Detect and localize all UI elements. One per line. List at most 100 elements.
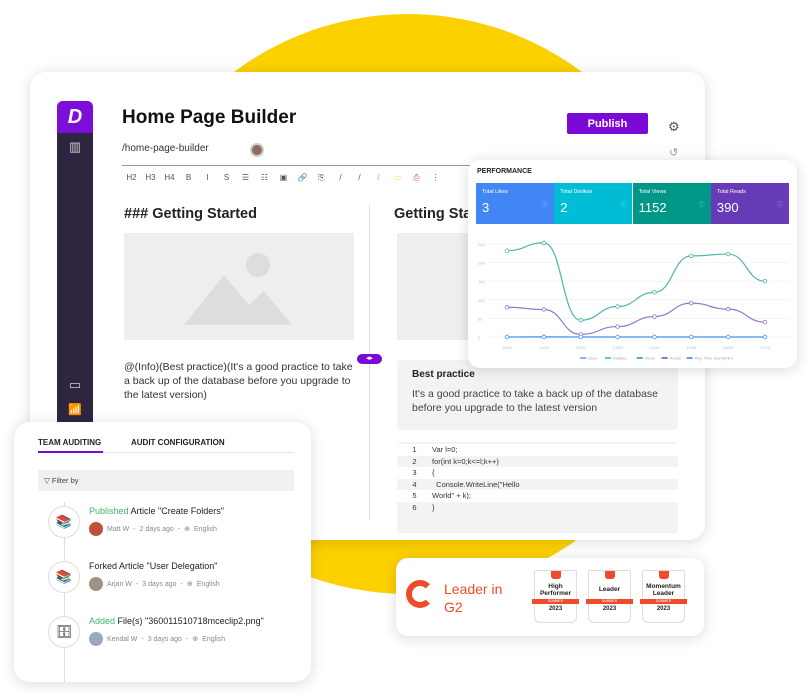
callout-title: Best practice bbox=[412, 369, 475, 380]
toolbar-button[interactable]: S bbox=[217, 173, 236, 183]
toolbar-button[interactable]: / bbox=[331, 173, 350, 183]
tab-audit-configuration[interactable]: AUDIT CONFIGURATION bbox=[131, 438, 225, 447]
monitor-icon[interactable]: ▭ bbox=[66, 377, 84, 393]
stat-value: 390 bbox=[716, 200, 739, 215]
user-avatar bbox=[89, 522, 103, 536]
data-point[interactable] bbox=[504, 334, 510, 340]
tab-team-auditing[interactable]: TEAM AUDITING bbox=[38, 438, 101, 447]
g2-text-line2: G2 bbox=[444, 599, 463, 615]
data-point[interactable] bbox=[725, 251, 731, 257]
toolbar-button[interactable]: / bbox=[369, 173, 388, 183]
toolbar-button[interactable]: B bbox=[179, 173, 198, 183]
publish-button[interactable]: Publish bbox=[567, 113, 648, 134]
stat-tile: Total Reads 390 ⓘ bbox=[710, 183, 789, 224]
page-slug[interactable]: /home-page-builder bbox=[122, 143, 209, 154]
g2-badge-logo bbox=[550, 571, 561, 579]
code-line: 5 World" + k); bbox=[397, 490, 678, 502]
toolbar-button[interactable]: 🔗 bbox=[293, 173, 312, 183]
toolbar-button[interactable]: / bbox=[350, 173, 369, 183]
data-point[interactable] bbox=[504, 305, 510, 310]
data-point[interactable] bbox=[725, 306, 731, 312]
data-point[interactable] bbox=[615, 334, 620, 340]
history-icon[interactable]: ↺ bbox=[669, 146, 678, 159]
activity-language: English bbox=[193, 525, 217, 533]
toolbar-button[interactable]: ☰ bbox=[236, 173, 255, 183]
toolbar-button[interactable]: H4 bbox=[160, 173, 179, 183]
toolbar-button[interactable]: ▭ bbox=[388, 173, 407, 183]
legend-swatch bbox=[636, 357, 643, 359]
toolbar-button[interactable]: ☷ bbox=[255, 173, 274, 183]
data-point[interactable] bbox=[615, 304, 620, 309]
legend-label: Views bbox=[645, 356, 656, 361]
data-point[interactable] bbox=[652, 290, 657, 295]
app-logo[interactable]: D bbox=[57, 101, 93, 133]
user-avatar bbox=[89, 577, 103, 591]
legend-label: Dislikes bbox=[613, 356, 627, 361]
toolbar-button[interactable]: ▣ bbox=[274, 173, 293, 183]
data-point[interactable] bbox=[541, 307, 547, 312]
x-tick-label: 12/09 bbox=[576, 345, 587, 350]
g2-badge-logo bbox=[604, 571, 615, 579]
data-point[interactable] bbox=[615, 324, 620, 329]
user-name[interactable]: Matt W bbox=[107, 526, 129, 533]
data-point[interactable] bbox=[541, 334, 547, 340]
toolbar-button[interactable]: H2 bbox=[122, 173, 141, 183]
code-text: Console.WriteLine("Hello bbox=[432, 479, 520, 489]
data-point[interactable] bbox=[578, 318, 583, 323]
g2-badge: High Performer SUMMER 2023 bbox=[532, 570, 579, 623]
line-number: 5 bbox=[412, 491, 417, 501]
data-point[interactable] bbox=[762, 279, 768, 284]
code-text: World" + k); bbox=[432, 491, 471, 501]
image-placeholder[interactable] bbox=[124, 233, 354, 340]
x-tick-label: 13/09 bbox=[613, 345, 624, 350]
callout-body: It's a good practice to take a back up o… bbox=[412, 388, 659, 414]
avatar[interactable] bbox=[250, 143, 264, 157]
filter-input[interactable]: ▽ Filter by bbox=[38, 470, 294, 491]
data-point[interactable] bbox=[725, 334, 731, 340]
markdown-text[interactable]: @(Info)(Best practice)(It's a good pract… bbox=[124, 360, 359, 402]
data-point[interactable] bbox=[652, 314, 657, 319]
g2-badge: Leader SUMMER 2023 bbox=[586, 570, 633, 623]
toolbar-button[interactable]: ⎙ bbox=[407, 173, 426, 183]
legend-label: Avg. Time Spent(min) bbox=[695, 356, 734, 361]
stat-label: Total Views bbox=[638, 189, 667, 195]
split-toggle-handle[interactable]: ◂▸ bbox=[357, 354, 382, 364]
stat-tile: Total Dislikes 2 ⓘ bbox=[554, 183, 633, 224]
badge-title: High Performer bbox=[539, 582, 572, 597]
library-icon[interactable]: ▥ bbox=[66, 139, 84, 155]
data-point[interactable] bbox=[504, 248, 510, 253]
info-icon[interactable]: ⓘ bbox=[777, 200, 783, 209]
data-point[interactable] bbox=[689, 253, 694, 259]
gear-icon[interactable]: ⚙ bbox=[668, 119, 680, 135]
data-point[interactable] bbox=[762, 319, 768, 325]
analytics-icon[interactable]: 📶 bbox=[66, 403, 84, 416]
g2-headline: Leader in G2 bbox=[444, 580, 502, 616]
data-point[interactable] bbox=[689, 300, 694, 306]
data-point[interactable] bbox=[689, 334, 694, 340]
info-icon[interactable]: ⓘ bbox=[699, 200, 705, 209]
line-number: 3 bbox=[412, 468, 417, 478]
toolbar-button[interactable]: ⎘ bbox=[312, 173, 331, 183]
info-icon[interactable]: ⓘ bbox=[542, 200, 548, 209]
data-point[interactable] bbox=[541, 240, 547, 246]
x-tick-label: 15/09 bbox=[686, 345, 697, 350]
separator: - bbox=[185, 635, 189, 643]
activity-language: English bbox=[202, 635, 226, 643]
image-icon bbox=[184, 253, 292, 325]
divider bbox=[122, 165, 472, 166]
data-point[interactable] bbox=[652, 334, 657, 340]
toolbar-button[interactable]: ⋮ bbox=[426, 173, 445, 183]
user-name[interactable]: Arjan W bbox=[107, 581, 132, 588]
code-text: { bbox=[432, 468, 435, 478]
toolbar-button[interactable]: I bbox=[198, 173, 217, 183]
toolbar-button[interactable]: H3 bbox=[141, 173, 160, 183]
user-name[interactable]: Kendal W bbox=[107, 636, 137, 643]
data-point[interactable] bbox=[762, 334, 768, 340]
activity-action: Forked bbox=[89, 561, 118, 571]
code-block: 1 Var l=0; 2 for(int k=0;k<=l;k++) 3{4 Conso… bbox=[397, 442, 678, 533]
data-point[interactable] bbox=[578, 334, 583, 340]
line-number: 1 bbox=[412, 445, 417, 454]
stat-value: 2 bbox=[560, 200, 568, 215]
info-icon[interactable]: ⓘ bbox=[620, 200, 626, 209]
separator: - bbox=[141, 635, 144, 643]
